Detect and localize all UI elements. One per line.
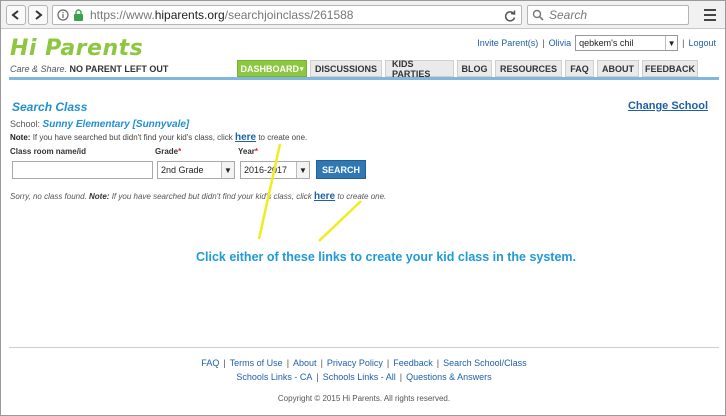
footer-link-about[interactable]: About (293, 358, 317, 368)
user-name-link[interactable]: Olivia (549, 38, 572, 48)
chevron-down-icon: ▼ (296, 162, 309, 178)
tab-faq[interactable]: FAQ (565, 60, 594, 77)
note-text-end: to create one. (258, 133, 308, 142)
header-divider (9, 77, 719, 80)
footer-link-qa[interactable]: Questions & Answers (406, 372, 492, 382)
tab-resources[interactable]: RESOURCES (495, 60, 562, 77)
search-placeholder: Search (549, 8, 588, 22)
forward-arrow-icon (35, 10, 43, 20)
browser-search-field[interactable]: Search (527, 5, 689, 25)
tab-feedback[interactable]: FEEDBACK (642, 60, 698, 77)
address-bar[interactable]: https://www. hiparents.org/searchjoinclas… (52, 5, 522, 25)
no-result-message: Sorry, no class found. Note: If you have… (10, 191, 386, 202)
browser-toolbar: https://www. hiparents.org/searchjoinclas… (1, 1, 725, 29)
invite-parents-link[interactable]: Invite Parent(s) (477, 38, 538, 48)
url-scheme: https://www. (90, 8, 155, 22)
sorry-note-end: to create one. (337, 192, 387, 201)
lock-icon (74, 9, 83, 21)
footer-links-secondary: Schools Links - CA | Schools Links - All | Q… (236, 372, 492, 382)
chevron-down-icon: ▼ (665, 36, 677, 50)
tab-about[interactable]: ABOUT (597, 60, 639, 77)
footer-link-faq[interactable]: FAQ (201, 358, 219, 368)
school-label: School: (10, 119, 41, 129)
create-class-link-bottom[interactable]: here (314, 191, 335, 202)
info-icon[interactable] (57, 9, 69, 21)
note-line: Note: If you have searched but didn't fi… (10, 132, 307, 143)
arrow-to-bottom-link (318, 200, 362, 242)
user-links: Invite Parent(s) | Olivia qebkem's chil … (477, 35, 716, 51)
change-school-link[interactable]: Change School (628, 100, 708, 112)
reload-icon[interactable] (503, 9, 517, 23)
note-text: If you have searched but didn't find you… (32, 133, 233, 142)
grade-label: Grade* (155, 147, 182, 156)
main-nav: DASHBOARD ▾ DISCUSSIONS KIDS PARTIES BLOG… (237, 59, 698, 79)
site-tagline: Care & Share. NO PARENT LEFT OUT (10, 64, 168, 74)
site-logo[interactable]: Hi Parents (10, 36, 143, 61)
sorry-note-text: If you have searched but didn't find you… (111, 192, 312, 201)
tab-blog[interactable]: BLOG (457, 60, 492, 77)
sorry-note-label: Note: (89, 192, 110, 201)
forward-button[interactable] (28, 5, 48, 25)
year-label: Year* (238, 147, 259, 156)
grade-select[interactable]: 2nd Grade ▼ (157, 161, 235, 179)
annotation-callout: Click either of these links to create yo… (196, 250, 577, 264)
footer-links-primary: FAQ | Terms of Use | About | Privacy Policy | Fe… (201, 358, 527, 368)
tagline-bold: NO PARENT LEFT OUT (69, 64, 169, 74)
caret-down-icon: ▾ (300, 65, 304, 73)
tab-kids-parties[interactable]: KIDS PARTIES (385, 59, 454, 79)
url-path: /searchjoinclass/261588 (224, 8, 354, 22)
footer-link-terms[interactable]: Terms of Use (230, 358, 283, 368)
search-button[interactable]: SEARCH (316, 160, 366, 179)
footer-link-feedback[interactable]: Feedback (393, 358, 433, 368)
school-name: Sunny Elementary [Sunnyvale] (42, 119, 190, 130)
url-host: hiparents.org (154, 8, 225, 22)
tab-discussions[interactable]: DISCUSSIONS (310, 60, 382, 77)
create-class-link-top[interactable]: here (235, 132, 256, 143)
logout-link[interactable]: Logout (688, 38, 716, 48)
search-icon (532, 9, 544, 21)
year-select-value: 2016-2017 (244, 165, 288, 175)
browser-window: https://www. hiparents.org/searchjoinclas… (0, 0, 726, 416)
child-select-value: qebkem's chil (579, 38, 634, 48)
footer-link-schools-ca[interactable]: Schools Links - CA (236, 372, 312, 382)
footer-link-schools-all[interactable]: Schools Links - All (323, 372, 396, 382)
year-select[interactable]: 2016-2017 ▼ (240, 161, 310, 179)
school-line: School: Sunny Elementary [Sunnyvale] (10, 119, 189, 130)
classroom-input[interactable] (12, 161, 153, 179)
tagline-italic: Care & Share. (10, 64, 68, 74)
tab-dashboard[interactable]: DASHBOARD ▾ (237, 60, 307, 77)
chevron-down-icon: ▼ (221, 162, 234, 178)
back-button[interactable] (6, 5, 26, 25)
sorry-text: Sorry, no class found. (10, 192, 87, 201)
note-label: Note: (10, 133, 31, 142)
copyright-text: Copyright © 2015 Hi Parents. All rights … (277, 394, 451, 403)
back-arrow-icon (11, 10, 19, 20)
child-select[interactable]: qebkem's chil ▼ (575, 35, 679, 51)
classroom-label: Class room name/id (10, 147, 87, 156)
footer-link-privacy[interactable]: Privacy Policy (327, 358, 383, 368)
hamburger-menu-icon[interactable] (701, 6, 719, 24)
page-title: Search Class (12, 100, 88, 114)
footer-divider (9, 347, 719, 348)
grade-select-value: 2nd Grade (161, 165, 204, 175)
footer-link-search-school[interactable]: Search School/Class (443, 358, 527, 368)
